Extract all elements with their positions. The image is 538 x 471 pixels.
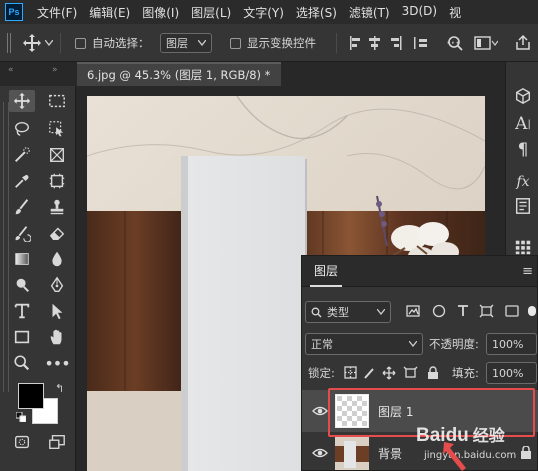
panel-menu-icon[interactable]: ≡: [522, 264, 533, 279]
dodge-icon[interactable]: [9, 274, 35, 296]
layer-kind-filter[interactable]: 类型: [305, 301, 391, 323]
opacity-label: 不透明度:: [429, 337, 479, 351]
separator: [336, 33, 337, 53]
zoom-icon[interactable]: [9, 352, 35, 374]
share-icon[interactable]: [514, 24, 532, 62]
opacity-field[interactable]: 100%: [486, 333, 537, 355]
expand-toolbar-icon[interactable]: »: [52, 65, 58, 75]
menu-bar: Ps 文件(F) 编辑(E) 图像(I) 图层(L) 文字(Y) 选择(S) 滤…: [0, 0, 538, 24]
watermark-url: jingyan.baidu.com: [424, 450, 517, 461]
stamp-icon[interactable]: [44, 196, 70, 218]
eye-icon[interactable]: [312, 447, 328, 459]
menu-select[interactable]: 选择(S): [296, 4, 337, 21]
menu-layer[interactable]: 图层(L): [191, 4, 231, 21]
menu-view[interactable]: 视: [449, 4, 461, 21]
pen-icon[interactable]: [44, 274, 70, 296]
layer-name: 背景: [378, 446, 403, 461]
screen-mode-icon[interactable]: [44, 431, 70, 453]
lock-icons[interactable]: [344, 366, 442, 380]
show-transform-label: 显示变换控件: [247, 36, 316, 50]
blend-opacity-row: 正常 不透明度: 100%: [302, 332, 538, 356]
fx-icon[interactable]: fx: [511, 170, 535, 194]
3d-icon[interactable]: [511, 84, 535, 108]
auto-select-value: 图层: [166, 37, 188, 50]
opacity-value: 100%: [492, 337, 524, 351]
show-transform-checkbox[interactable]: 显示变换控件: [230, 24, 316, 62]
quick-select-icon[interactable]: [9, 144, 35, 166]
baidu-watermark: Baidu 经验 jingyan.baidu.com: [410, 418, 538, 471]
search-icon[interactable]: [447, 24, 463, 62]
document-tab-bar: « » 6.jpg @ 45.3% (图层 1, RGB/8) * «: [0, 62, 538, 86]
blur-icon[interactable]: [44, 248, 70, 270]
more-icon[interactable]: •••: [44, 352, 70, 374]
align-buttons: [348, 24, 448, 62]
character-icon[interactable]: A |: [511, 112, 535, 136]
auto-select-dropdown[interactable]: 图层: [160, 24, 212, 62]
path-select-icon[interactable]: [44, 300, 70, 322]
type-icon[interactable]: [9, 300, 35, 322]
default-colors-icon[interactable]: [15, 411, 27, 423]
object-select-icon[interactable]: [44, 118, 70, 140]
menu-type[interactable]: 文字(Y): [243, 4, 284, 21]
hand-icon[interactable]: [44, 326, 70, 348]
tools-panel: ••• ↰: [0, 86, 76, 471]
menu-edit[interactable]: 编辑(E): [89, 4, 130, 21]
fill-label: 填充:: [452, 366, 479, 380]
paragraph-icon[interactable]: ¶: [511, 138, 535, 162]
document-tab[interactable]: 6.jpg @ 45.3% (图层 1, RGB/8) *: [77, 62, 281, 86]
workspace-switcher-icon[interactable]: [474, 24, 498, 62]
foreground-color-swatch[interactable]: [18, 383, 44, 409]
blend-mode-value: 正常: [311, 338, 333, 351]
eyedropper-icon[interactable]: [9, 170, 35, 192]
lock-icon: [428, 366, 438, 379]
options-bar: 自动选择： 图层 显示变换控件 ⋯: [0, 24, 538, 62]
lock-fill-row: 锁定: 填充: 100%: [302, 362, 538, 384]
photoshop-logo[interactable]: Ps: [5, 3, 23, 21]
lock-label: 锁定:: [308, 366, 335, 380]
arrow-annotation: [443, 442, 466, 471]
marquee-icon[interactable]: [44, 90, 70, 112]
menu-3d[interactable]: 3D(D): [402, 4, 437, 21]
layer-filter-row: 类型: [302, 299, 538, 325]
separator: [60, 33, 61, 53]
history-brush-icon[interactable]: [9, 222, 35, 244]
layer-kind-value: 类型: [327, 306, 349, 319]
tab-layers[interactable]: 图层: [310, 256, 343, 287]
watermark-sub: 经验: [472, 428, 505, 445]
blend-mode-dropdown[interactable]: 正常: [305, 333, 423, 355]
crop-icon[interactable]: [44, 144, 70, 166]
menu-filter[interactable]: 滤镜(T): [349, 4, 390, 21]
collapse-toolbar-icon[interactable]: «: [8, 65, 14, 75]
fill-value: 100%: [492, 366, 524, 380]
swap-colors-icon[interactable]: ↰: [55, 382, 64, 395]
auto-select-checkbox[interactable]: 自动选择：: [75, 24, 150, 62]
frame-icon[interactable]: [44, 170, 70, 192]
layer-thumbnail: [335, 436, 369, 470]
search-icon: [311, 307, 322, 317]
layer-filter-icons[interactable]: [406, 304, 536, 318]
eraser-icon[interactable]: [44, 222, 70, 244]
layers-panel-header: 图层 ≡: [302, 256, 537, 287]
gradient-icon[interactable]: [9, 248, 35, 270]
properties-icon[interactable]: [511, 194, 535, 218]
move-tool-preset-icon[interactable]: [22, 24, 53, 62]
lasso-icon[interactable]: [9, 118, 35, 140]
move-icon[interactable]: [9, 90, 35, 112]
document-title: 6.jpg @ 45.3% (图层 1, RGB/8) *: [87, 68, 271, 82]
menu-image[interactable]: 图像(I): [142, 4, 179, 21]
fill-field[interactable]: 100%: [486, 362, 537, 384]
menu-items: 文件(F) 编辑(E) 图像(I) 图层(L) 文字(Y) 选择(S) 滤镜(T…: [37, 4, 473, 21]
menu-file[interactable]: 文件(F): [37, 4, 77, 21]
eye-icon[interactable]: [312, 405, 328, 417]
rectangle-icon[interactable]: [9, 326, 35, 348]
brush-icon[interactable]: [9, 196, 35, 218]
quick-mask-icon[interactable]: [9, 431, 35, 453]
auto-select-label: 自动选择：: [92, 36, 150, 50]
options-grip: [6, 24, 12, 62]
